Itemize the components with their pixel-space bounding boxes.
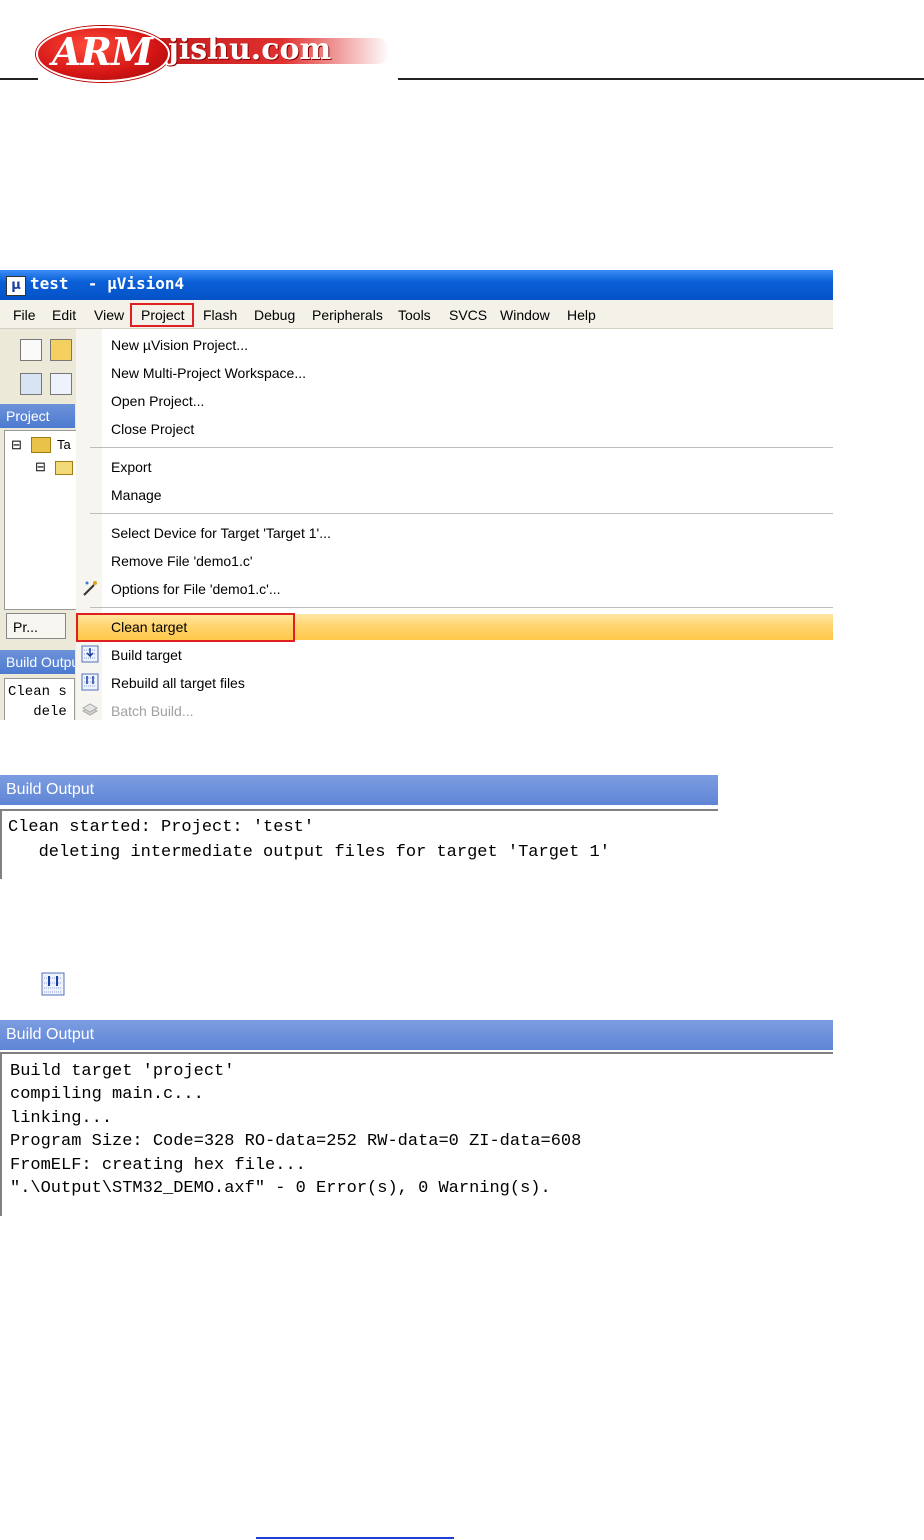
uvision-app-icon: µ bbox=[6, 276, 26, 296]
project-panel-header: Project bbox=[0, 404, 75, 428]
tree-root-label[interactable]: Ta bbox=[57, 437, 71, 452]
new-file-icon[interactable] bbox=[20, 339, 42, 361]
output-line: linking... bbox=[10, 1108, 113, 1128]
logo-arm-text: ARM bbox=[51, 29, 153, 74]
logo-domain-text: jishu.com bbox=[168, 32, 332, 67]
menu-view[interactable]: View bbox=[94, 307, 124, 323]
menu-item-open-project[interactable]: Open Project... bbox=[111, 393, 204, 409]
menu-item-manage[interactable]: Manage bbox=[111, 487, 162, 503]
options-wand-icon bbox=[83, 581, 97, 596]
tree-child-expander-icon[interactable]: ⊟ bbox=[35, 459, 46, 475]
output-line: compiling main.c... bbox=[10, 1085, 204, 1105]
menu-svcs[interactable]: SVCS bbox=[449, 307, 487, 323]
output-line: Program Size: Code=328 RO-data=252 RW-da… bbox=[10, 1132, 582, 1152]
tree-expander-icon[interactable]: ⊟ bbox=[11, 437, 22, 453]
group-folder-icon bbox=[55, 461, 73, 475]
project-menu-annotation bbox=[130, 303, 194, 327]
menu-separator bbox=[90, 607, 833, 608]
menu-help[interactable]: Help bbox=[567, 307, 596, 323]
menu-item-clean-target[interactable]: Clean target bbox=[111, 619, 187, 635]
menu-item-export[interactable]: Export bbox=[111, 459, 151, 475]
build-output-small-line: Clean s bbox=[8, 684, 67, 700]
target-folder-icon bbox=[31, 437, 51, 453]
open-folder-icon[interactable] bbox=[50, 339, 72, 361]
build-output-panel: Build target 'project' compiling main.c..… bbox=[0, 1052, 833, 1216]
menu-item-new-workspace[interactable]: New Multi-Project Workspace... bbox=[111, 365, 306, 381]
menu-item-batch-build: Batch Build... bbox=[111, 703, 194, 719]
translate-icon[interactable] bbox=[20, 373, 42, 395]
build-target-icon bbox=[81, 645, 99, 663]
build-output-screenshot: Build Output Build target 'project' compi… bbox=[0, 1020, 833, 1216]
menu-debug[interactable]: Debug bbox=[254, 307, 295, 323]
title-bar: µ test - µVision4 bbox=[0, 270, 833, 300]
window-title: test - µVision4 bbox=[30, 274, 185, 293]
uvision-screenshot: µ test - µVision4 File Edit View Project… bbox=[0, 270, 833, 720]
output-line: FromELF: creating hex file... bbox=[10, 1155, 306, 1175]
menu-item-close-project[interactable]: Close Project bbox=[111, 421, 194, 437]
menu-tools[interactable]: Tools bbox=[398, 307, 431, 323]
menu-item-rebuild-all[interactable]: Rebuild all target files bbox=[111, 675, 245, 691]
batch-build-icon bbox=[81, 703, 99, 716]
menu-item-options-file[interactable]: Options for File 'demo1.c'... bbox=[111, 581, 281, 597]
build-output-panel: Clean started: Project: 'test' deleting … bbox=[0, 809, 718, 879]
header-rule-left bbox=[0, 78, 38, 80]
output-line: Clean started: Project: 'test' bbox=[8, 818, 315, 837]
output-line: Build target 'project' bbox=[10, 1062, 235, 1081]
menu-window[interactable]: Window bbox=[500, 307, 550, 323]
build-output-small: Clean s dele bbox=[4, 678, 75, 720]
project-tree[interactable]: ⊟ Ta ⊟ bbox=[4, 430, 77, 610]
menu-file[interactable]: File bbox=[13, 307, 36, 323]
menu-item-new-project[interactable]: New µVision Project... bbox=[111, 337, 248, 353]
output-line: ".\Output\STM32_DEMO.axf" - 0 Error(s), … bbox=[10, 1179, 551, 1199]
output-line: deleting intermediate output files for t… bbox=[8, 843, 610, 862]
menu-item-remove-file[interactable]: Remove File 'demo1.c' bbox=[111, 553, 253, 569]
menu-item-select-device[interactable]: Select Device for Target 'Target 1'... bbox=[111, 525, 331, 541]
menu-peripherals[interactable]: Peripherals bbox=[312, 307, 383, 323]
project-tab[interactable]: Pr... bbox=[6, 613, 66, 639]
build-output-header: Build Output bbox=[0, 775, 718, 805]
menu-separator bbox=[90, 447, 833, 448]
build-output-header: Build Output bbox=[0, 1020, 833, 1050]
toolbar bbox=[0, 329, 75, 413]
menu-separator bbox=[90, 513, 833, 514]
clean-output-screenshot: Build Output Clean started: Project: 'te… bbox=[0, 775, 718, 879]
header-rule-right bbox=[398, 78, 924, 80]
menu-edit[interactable]: Edit bbox=[52, 307, 76, 323]
menu-flash[interactable]: Flash bbox=[203, 307, 237, 323]
build-icon[interactable] bbox=[41, 972, 65, 996]
menu-item-build-target[interactable]: Build target bbox=[111, 647, 182, 663]
build-output-small-line: dele bbox=[8, 704, 67, 720]
rebuild-all-icon bbox=[81, 673, 99, 691]
build-icon[interactable] bbox=[50, 373, 72, 395]
footer-link[interactable] bbox=[256, 1537, 454, 1539]
build-output-header-small: Build Outpu bbox=[0, 650, 75, 674]
